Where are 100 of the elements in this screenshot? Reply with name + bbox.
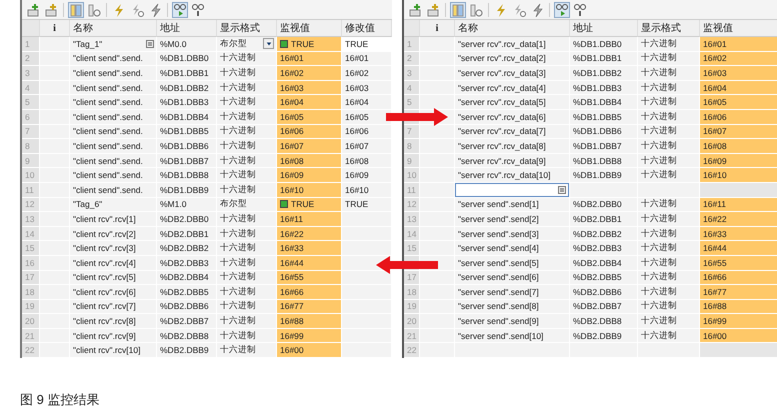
table-cell <box>342 270 392 286</box>
table-cell: 十六进制 <box>638 66 700 81</box>
column-toggle-icon[interactable] <box>86 2 102 18</box>
row-add-icon[interactable] <box>43 2 59 18</box>
table-cell <box>40 226 70 242</box>
row-number: 20 <box>22 314 40 329</box>
input-field[interactable] <box>455 182 569 197</box>
table-cell: %DB1.DBB0 <box>570 37 638 52</box>
table-cell: "client rcv".rcv[1] <box>70 212 157 227</box>
glasses-one-icon[interactable] <box>190 2 206 18</box>
row-number: 13 <box>22 212 40 227</box>
column-toggle-icon[interactable] <box>468 2 484 18</box>
table-cell: %DB1.DBB9 <box>157 182 217 198</box>
table-cell: 十六进制 <box>638 37 700 52</box>
table-cell <box>420 270 455 286</box>
table-cell: %DB1.DBB1 <box>570 52 638 66</box>
column-header[interactable]: 名称 <box>70 20 157 37</box>
table-cell: "client send".send. <box>70 182 157 198</box>
list-icon[interactable] <box>146 40 154 48</box>
value-field[interactable]: TRUE <box>342 37 392 52</box>
glasses-one-icon[interactable] <box>572 2 588 18</box>
table-cell: 十六进制 <box>217 124 277 140</box>
dropdown-button[interactable] <box>263 38 274 50</box>
row-number: 17 <box>404 270 420 286</box>
table-cell: 16#05 <box>700 95 777 110</box>
table-cell: %DB1.DBB5 <box>570 110 638 125</box>
table-cell: 16#77 <box>700 285 777 300</box>
table-cell: %DB1.DBB6 <box>570 124 638 140</box>
glasses-play-icon[interactable] <box>554 2 570 18</box>
table-cell: "client send".send. <box>70 80 157 96</box>
column-header[interactable]: i <box>420 20 455 37</box>
column-header[interactable]: 名称 <box>455 20 570 37</box>
table-cell: %DB1.DBB8 <box>157 168 217 183</box>
glasses-play-icon[interactable] <box>172 2 188 18</box>
row-number: 4 <box>22 80 40 96</box>
table-cell: 布尔型 <box>220 38 247 50</box>
table-cell <box>342 328 392 344</box>
table-cell: %DB2.DBB4 <box>570 256 638 270</box>
table-cell: 十六进制 <box>638 80 700 96</box>
column-header[interactable]: 显示格式 <box>638 20 700 37</box>
column-header[interactable]: 地址 <box>157 20 217 37</box>
table-cell: %DB2.DBB2 <box>570 226 638 242</box>
pointer-arrow <box>386 108 448 126</box>
table-cell: 十六进制 <box>217 212 277 227</box>
table-cell: 十六进制 <box>638 314 700 329</box>
table-cell: 十六进制 <box>217 226 277 242</box>
row-insert-icon[interactable] <box>407 2 423 18</box>
row-number: 2 <box>404 52 420 66</box>
table-cell: "Tag_6" <box>70 198 157 212</box>
table-cell: 16#88 <box>700 300 777 314</box>
table-cell: "server rcv".rcv_data[3] <box>455 66 570 81</box>
table-cell: %M0.0 <box>157 37 217 52</box>
row-number: 11 <box>404 182 420 198</box>
table-cell: 十六进制 <box>638 300 700 314</box>
table-cell: 16#44 <box>700 241 777 256</box>
row-number: 19 <box>404 300 420 314</box>
columns-icon[interactable] <box>450 2 466 18</box>
table-cell: 16#22 <box>277 226 342 242</box>
table-cell: 16#88 <box>277 314 342 329</box>
table-cell: "server send".send[7] <box>455 285 570 300</box>
table-cell: TRUE <box>291 199 314 210</box>
column-header[interactable]: 监视值 <box>277 20 342 37</box>
table-cell: "client rcv".rcv[5] <box>70 270 157 286</box>
table-cell <box>420 198 455 212</box>
table-cell: "Tag_1" <box>73 38 102 49</box>
table-cell: 十六进制 <box>217 256 277 270</box>
table-cell: "client rcv".rcv[3] <box>70 241 157 256</box>
table-cell <box>40 52 70 66</box>
table-cell: %DB1.DBB3 <box>570 80 638 96</box>
table-cell: 16#09 <box>700 154 777 168</box>
table-cell: 16#06 <box>342 124 392 140</box>
row-add-icon[interactable] <box>425 2 441 18</box>
list-icon[interactable] <box>558 186 566 194</box>
row-number: 8 <box>404 139 420 154</box>
table-cell: 十六进制 <box>638 226 700 242</box>
table-cell: 16#08 <box>700 139 777 154</box>
table-cell: %DB2.DBB6 <box>570 285 638 300</box>
column-header[interactable]: 修改值 <box>342 20 392 37</box>
column-header[interactable]: i <box>40 20 70 37</box>
table-cell: "client rcv".rcv[4] <box>70 256 157 270</box>
row-number: 13 <box>404 212 420 227</box>
table-cell: 十六进制 <box>217 241 277 256</box>
row-number: 10 <box>22 168 40 183</box>
table-cell: 16#33 <box>277 241 342 256</box>
table-cell: 16#04 <box>342 95 392 110</box>
table-cell: 16#07 <box>342 139 392 154</box>
table-cell <box>40 168 70 183</box>
table-cell: 十六进制 <box>638 168 700 183</box>
table-cell: 十六进制 <box>638 212 700 227</box>
row-number: 18 <box>22 285 40 300</box>
row-insert-icon[interactable] <box>25 2 41 18</box>
row-number: 5 <box>404 95 420 110</box>
column-header[interactable]: 监视值 <box>700 20 777 37</box>
table-cell: 16#00 <box>700 328 777 344</box>
columns-icon[interactable] <box>68 2 84 18</box>
table-cell: 十六进制 <box>638 198 700 212</box>
row-number: 19 <box>22 300 40 314</box>
table-cell: %DB1.DBB0 <box>157 52 217 66</box>
column-header[interactable]: 显示格式 <box>217 20 277 37</box>
column-header[interactable]: 地址 <box>570 20 638 37</box>
